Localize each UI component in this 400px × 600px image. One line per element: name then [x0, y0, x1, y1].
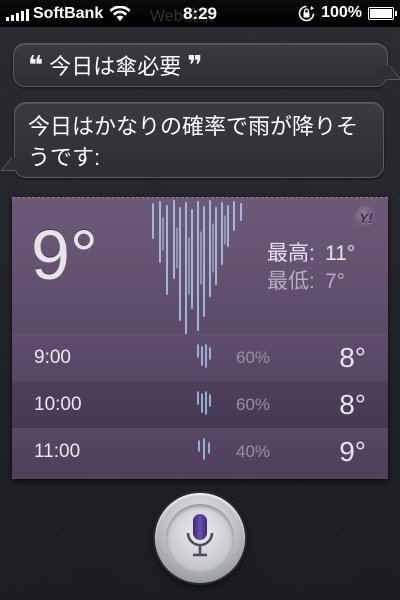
siri-response-bubble: 今日はかなりの確率で雨が降りそうです:	[0, 102, 384, 178]
battery-percent: 100%	[321, 4, 362, 21]
high-label: 最高:	[267, 242, 315, 265]
open-quote-icon: ❝	[28, 50, 44, 80]
hour-temp: 8°	[339, 342, 366, 373]
hourly-row: 11:00 40% 9°	[12, 428, 388, 475]
precip-chance: 40%	[236, 442, 271, 461]
battery-fill	[370, 8, 392, 18]
weather-card[interactable]: Y! 9° 最高: 11° 最低: 7° 9:00 60% 8° 10:00 6…	[12, 197, 388, 479]
hourly-row: 10:00 60% 8°	[12, 381, 388, 428]
close-quote-icon: ❞	[187, 50, 203, 80]
hour-temp: 9°	[339, 436, 366, 467]
hourly-row: 9:00 60% 8°	[12, 334, 388, 381]
mic-button-face[interactable]	[166, 504, 234, 572]
hour-time: 11:00	[34, 441, 81, 462]
hour-temp: 8°	[339, 389, 366, 420]
hour-time: 9:00	[34, 347, 71, 368]
bubble-tail	[376, 66, 400, 80]
high-low-temperatures: 最高: 11° 最低: 7°	[267, 240, 355, 296]
high-temp: 11°	[325, 242, 356, 265]
hour-time: 10:00	[34, 394, 82, 415]
status-bar: SoftBank Web検索 8:29 100%	[0, 0, 400, 27]
siri-microphone-button[interactable]	[155, 493, 245, 583]
precip-chance: 60%	[236, 395, 271, 414]
siri-response-text: 今日はかなりの確率で雨が降りそうです:	[28, 114, 359, 170]
rain-icon	[197, 344, 211, 368]
yahoo-weather-logo[interactable]: Y!	[354, 206, 378, 230]
battery-icon	[368, 6, 397, 20]
current-temperature: 9°	[31, 216, 98, 294]
user-query-text: 今日は傘必要	[49, 54, 182, 79]
low-label: 最低:	[267, 270, 315, 293]
bubble-tail	[0, 157, 26, 171]
rain-icon	[197, 391, 211, 415]
hourly-forecast: 9:00 60% 8° 10:00 60% 8° 11:00 40% 9°	[12, 334, 388, 475]
precip-chance: 60%	[236, 348, 271, 367]
rain-icon	[198, 438, 210, 460]
low-temp: 7°	[325, 270, 346, 293]
rotation-lock-icon	[298, 5, 315, 21]
microphone-icon	[186, 514, 214, 557]
user-query-bubble[interactable]: ❝ 今日は傘必要 ❞	[13, 43, 400, 87]
